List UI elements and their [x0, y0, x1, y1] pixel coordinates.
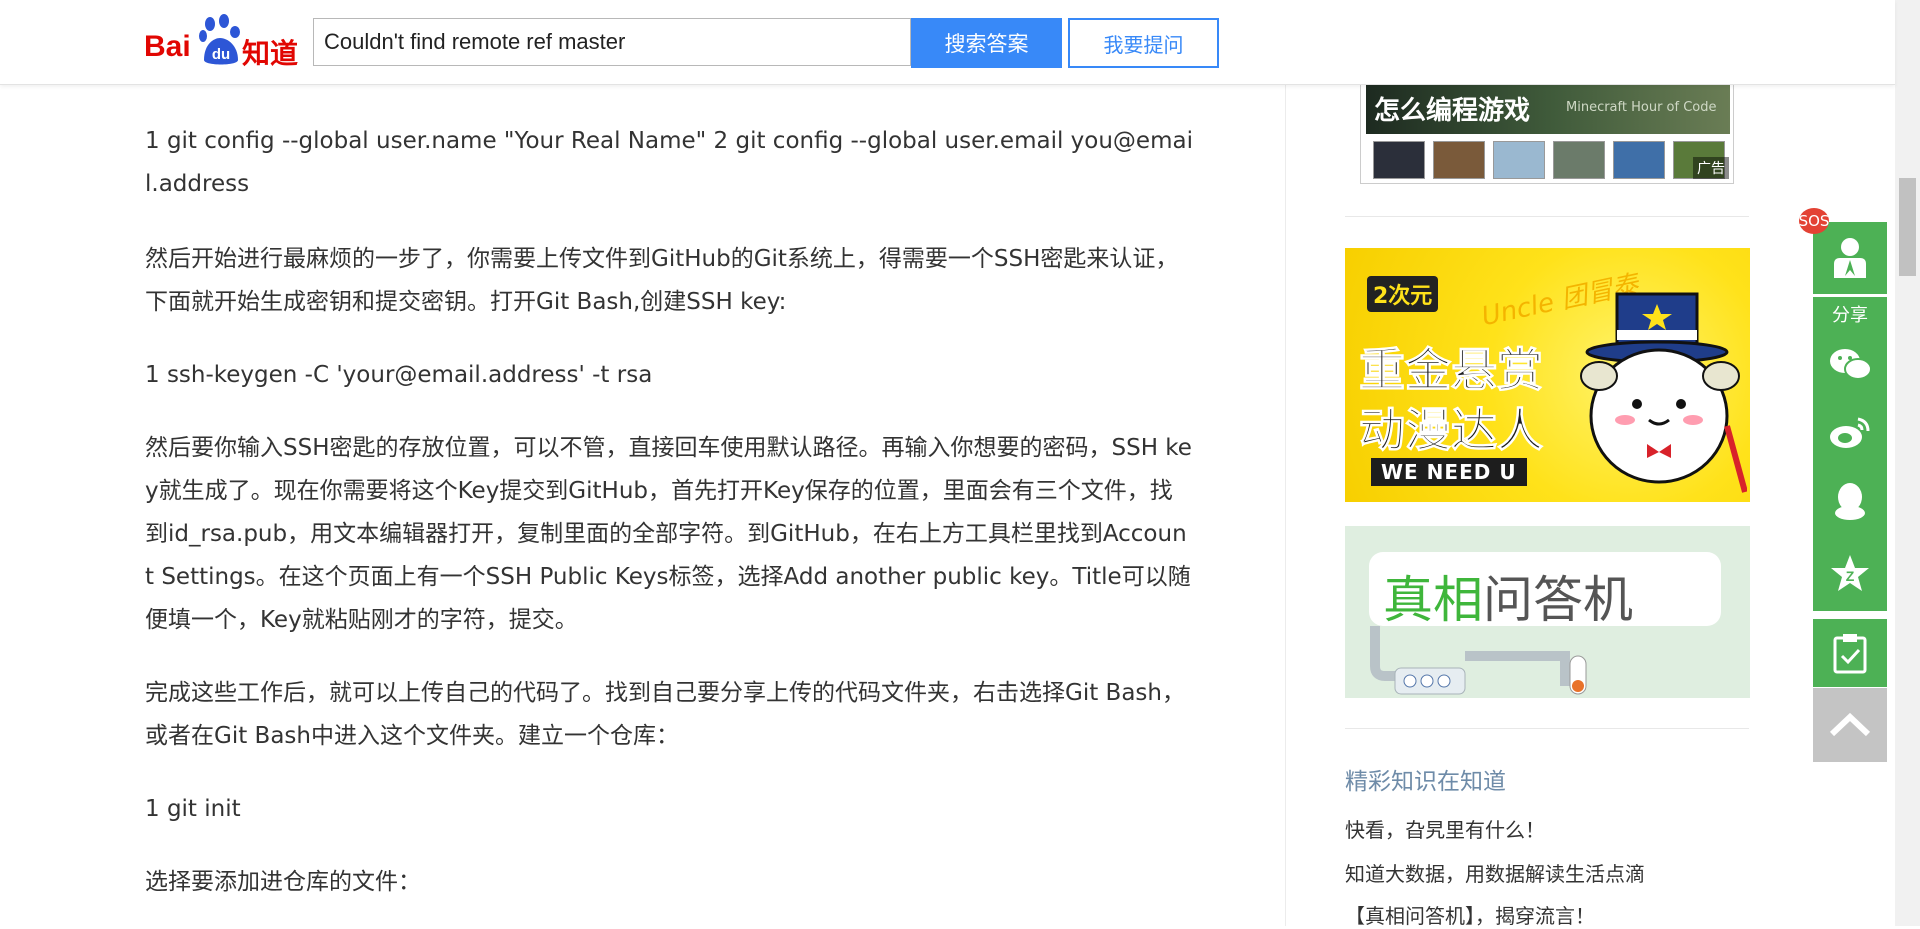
share-qzone-button[interactable]: Z	[1813, 535, 1887, 611]
sidebar-divider	[1345, 216, 1749, 217]
ad-headline: 重金悬赏	[1359, 343, 1544, 398]
top-header: Bai du 知道 搜索答案 我要提问	[0, 0, 1895, 85]
ad-truth-qa-machine[interactable]: 真相问答机	[1345, 526, 1750, 698]
logo-text-zhidao: 知道	[242, 38, 299, 69]
ad-thumbnail[interactable]	[1373, 141, 1425, 179]
share-qq-button[interactable]	[1813, 467, 1887, 535]
svg-text:du: du	[212, 46, 230, 63]
share-weibo-button[interactable]	[1813, 399, 1887, 467]
mascot-illustration	[1580, 292, 1747, 493]
ad-title: 怎么编程游戏	[1374, 96, 1531, 126]
ad-thumbnail[interactable]	[1493, 141, 1545, 179]
ad-anime-talent[interactable]: 2次元 Uncle 团冒泰 重金悬赏 动漫达人 WE NEED U	[1345, 248, 1750, 502]
paragraph: 选择要添加进仓库的文件：	[145, 869, 421, 895]
code-line-git-init: 1 git init	[145, 796, 241, 822]
share-wechat-button[interactable]	[1813, 331, 1887, 399]
hot-knowledge-link[interactable]: 【真相问答机】，揭穿流言！	[1345, 900, 1595, 929]
svg-text:Z: Z	[1846, 568, 1855, 584]
ad-truth-highlight: 真相	[1383, 571, 1483, 629]
logo-text-bai: Bai	[144, 30, 191, 63]
share-label-box: 分享	[1813, 297, 1887, 331]
baidu-paw-icon: du	[199, 14, 240, 65]
hot-knowledge-link[interactable]: 快看，旮旯里有什么！	[1345, 814, 1545, 843]
back-to-top-icon	[1829, 712, 1871, 737]
user-icon	[1834, 238, 1866, 278]
page-scrollbar[interactable]	[1895, 0, 1920, 926]
wechat-icon	[1830, 349, 1872, 380]
qq-icon	[1835, 483, 1865, 520]
ad-thumbnail[interactable]	[1433, 141, 1485, 179]
ad-thumbnail[interactable]	[1553, 141, 1605, 179]
ad-label: 广告	[1693, 157, 1729, 179]
back-to-top-button[interactable]	[1813, 688, 1887, 762]
ad-thumbnail[interactable]	[1613, 141, 1665, 179]
paragraph: 完成这些工作后，就可以上传自己的代码了。找到自己要分享上传的代码文件夹，右击选择…	[145, 680, 1185, 749]
baidu-zhidao-logo[interactable]: Bai du 知道	[144, 12, 300, 72]
sos-badge[interactable]: SOS	[1799, 208, 1829, 234]
paragraph: 然后开始进行最麻烦的一步了，你需要上传文件到GitHub的Git系统上，得需要一…	[145, 246, 1179, 315]
qzone-icon: Z	[1831, 555, 1869, 591]
ad-subtitle: Minecraft Hour of Code	[1566, 100, 1717, 115]
hot-knowledge-title[interactable]: 精彩知识在知道	[1345, 762, 1506, 796]
ad-banner: 怎么编程游戏 Minecraft Hour of Code	[1366, 84, 1730, 134]
share-label: 分享	[1832, 305, 1868, 326]
weibo-icon	[1830, 417, 1870, 448]
ad-headline: 动漫达人	[1359, 403, 1544, 458]
sidebar-divider	[1345, 728, 1749, 729]
search-answer-button[interactable]: 搜索答案	[911, 18, 1062, 68]
ad-brand-logo: 2次元	[1367, 276, 1439, 312]
paragraph: 然后要你输入SSH密匙的存放位置，可以不管，直接回车使用默认路径。再输入你想要的…	[145, 435, 1192, 633]
user-center-button[interactable]	[1813, 222, 1887, 294]
ask-question-button[interactable]: 我要提问	[1068, 18, 1219, 68]
ad-truth-rest: 问答机	[1483, 571, 1633, 629]
feedback-button[interactable]	[1813, 619, 1887, 687]
code-line-ssh-keygen: 1 ssh-keygen -C 'your@email.address' -t …	[145, 362, 653, 388]
ad-truth-title: 真相问答机	[1383, 560, 1633, 632]
hot-knowledge-link[interactable]: 知道大数据，用数据解读生活点滴	[1345, 858, 1645, 887]
ad-tagline: WE NEED U	[1371, 458, 1527, 486]
code-line-git-config: 1 git config --global user.name "Your Re…	[145, 128, 1193, 197]
pipe-illustration	[1370, 626, 1587, 695]
clipboard-icon	[1833, 634, 1867, 674]
search-input[interactable]	[313, 18, 911, 66]
scrollbar-thumb[interactable]	[1899, 178, 1916, 276]
ad-coding-game[interactable]: 怎么编程游戏 Minecraft Hour of Code 广告	[1360, 84, 1734, 184]
column-divider	[1285, 84, 1286, 926]
